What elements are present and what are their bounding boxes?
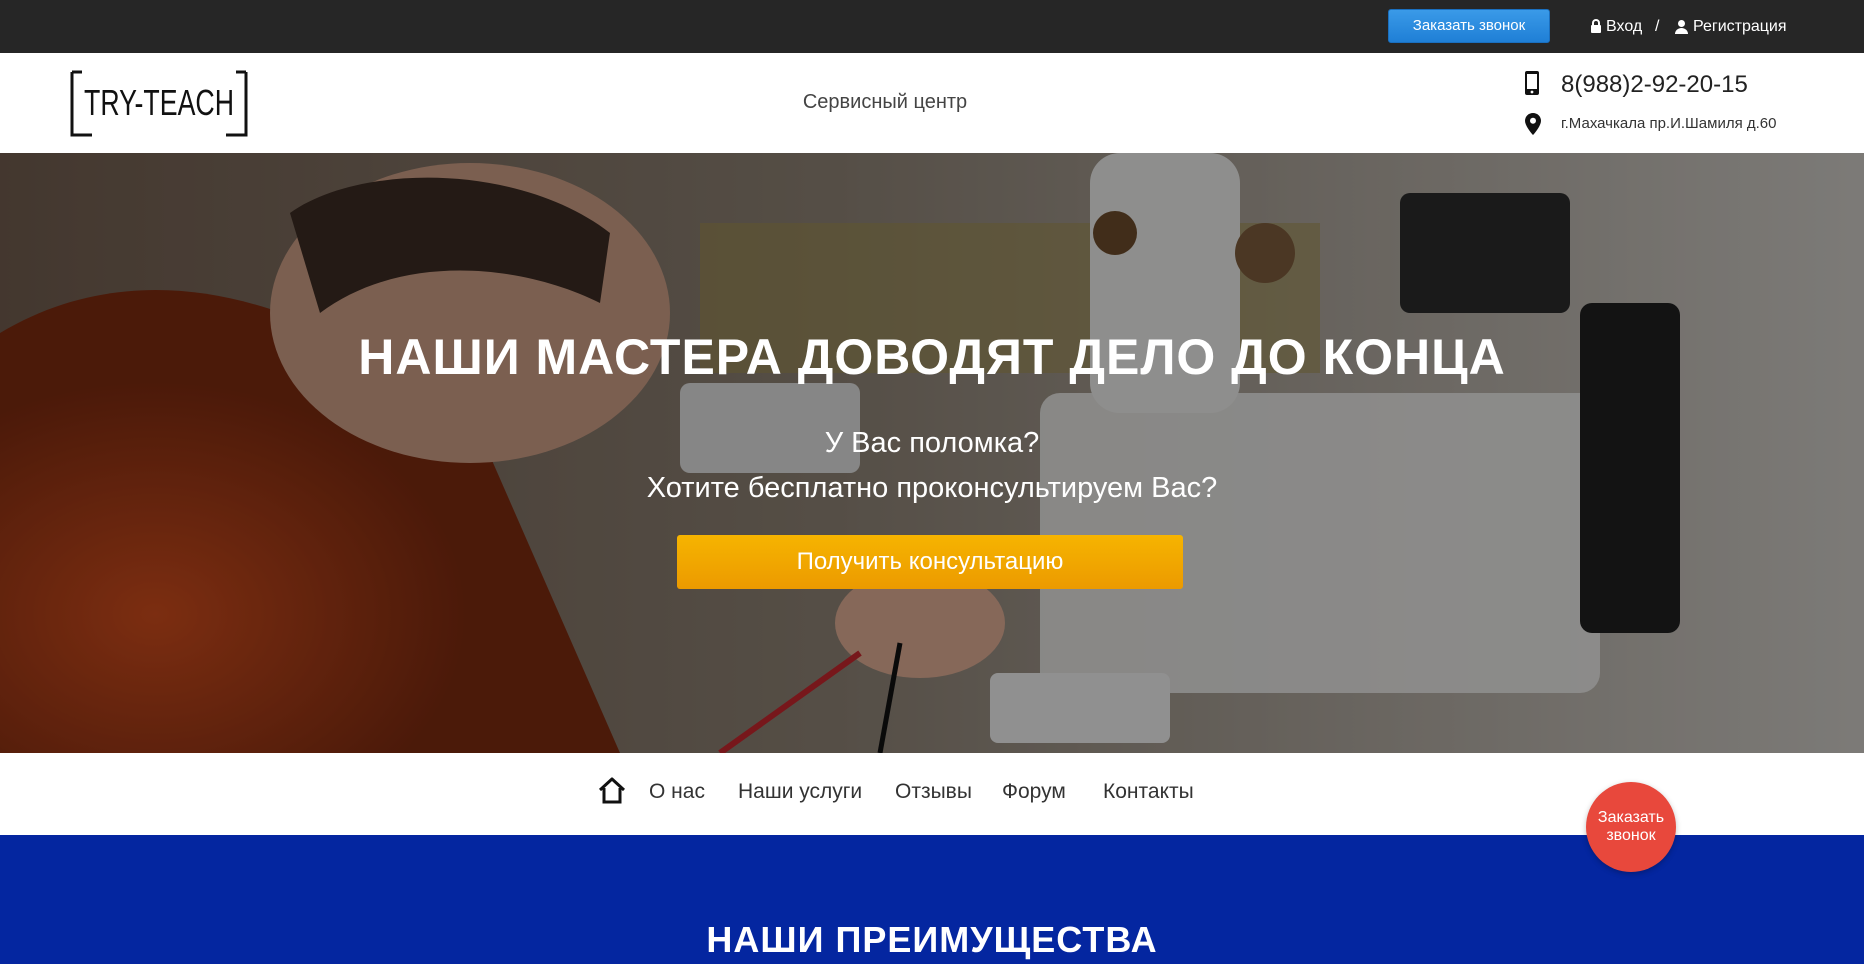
floating-order-call-button[interactable]: Заказать звонок	[1586, 782, 1676, 872]
nav-item-reviews[interactable]: Отзывы	[895, 780, 972, 804]
login-link[interactable]: Вход	[1590, 0, 1642, 53]
main-nav: О нас Наши услуги Отзывы Форум Контакты	[0, 753, 1864, 835]
lock-icon	[1591, 19, 1601, 33]
phone-number[interactable]: 8(988)2-92-20-15	[1561, 71, 1748, 99]
logo-text: TRY-TEACH	[84, 82, 234, 123]
home-icon[interactable]	[597, 776, 627, 804]
advantages-section: НАШИ ПРЕИМУЩЕСТВА	[0, 835, 1864, 964]
order-call-button[interactable]: Заказать звонок	[1388, 9, 1550, 43]
address: г.Махачкала пр.И.Шамиля д.60	[1561, 115, 1777, 132]
hero-banner: НАШИ МАСТЕРА ДОВОДЯТ ДЕЛО ДО КОНЦА У Вас…	[0, 153, 1864, 753]
user-icon	[1675, 20, 1688, 34]
nav-item-forum[interactable]: Форум	[1002, 780, 1066, 804]
nav-item-about[interactable]: О нас	[649, 780, 705, 804]
login-label: Вход	[1606, 17, 1643, 35]
mobile-phone-icon	[1525, 71, 1539, 95]
register-label: Регистрация	[1693, 17, 1787, 35]
tagline: Сервисный центр	[802, 91, 968, 113]
logo[interactable]: TRY-TEACH	[68, 69, 250, 137]
nav-item-services[interactable]: Наши услуги	[738, 780, 862, 804]
hero-subtitle-offer: Хотите бесплатно проконсультируем Вас?	[646, 472, 1218, 504]
advantages-title: НАШИ ПРЕИМУЩЕСТВА	[706, 919, 1158, 960]
auth-separator: /	[1655, 17, 1660, 35]
map-pin-icon	[1525, 113, 1541, 135]
floating-call-line1: Заказать	[1597, 809, 1665, 826]
hero-title: НАШИ МАСТЕРА ДОВОДЯТ ДЕЛО ДО КОНЦА	[358, 329, 1506, 385]
register-link[interactable]: Регистрация	[1674, 0, 1787, 53]
floating-call-line2: звонок	[1606, 827, 1656, 844]
top-bar: Заказать звонок Вход / Регистрация	[0, 0, 1864, 53]
header: TRY-TEACH Сервисный центр 8(988)2-92-20-…	[0, 53, 1864, 153]
get-consultation-button[interactable]: Получить консультацию	[677, 535, 1183, 589]
hero-subtitle-question: У Вас поломка?	[824, 427, 1040, 459]
nav-item-contacts[interactable]: Контакты	[1103, 780, 1194, 804]
